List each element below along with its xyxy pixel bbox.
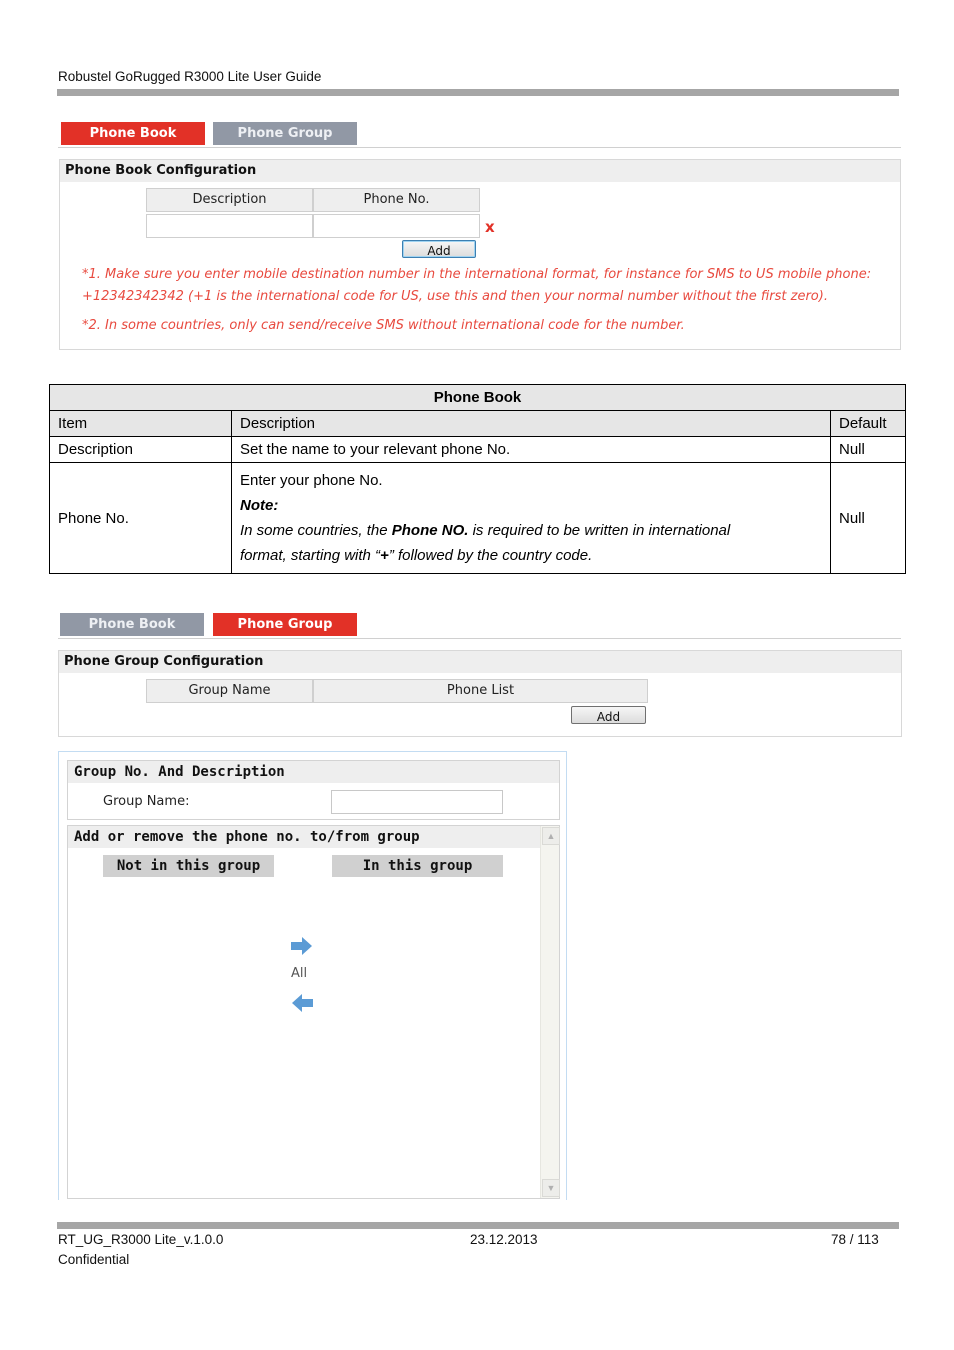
all-label: All [291, 966, 308, 981]
table-title: Phone Book [49, 384, 906, 411]
group-name-input[interactable] [331, 790, 503, 814]
remove-from-group-arrow-icon[interactable] [290, 993, 314, 1013]
tab-divider [58, 638, 901, 639]
column-header-phone-no: Phone No. [313, 188, 480, 212]
header-default: Default [830, 410, 906, 437]
description-line: Enter your phone No. [240, 472, 383, 489]
row-item: Description [49, 436, 232, 463]
delete-row-icon[interactable]: x [485, 218, 495, 236]
note-1-line-2: +12342342342 (+1 is the international co… [82, 289, 828, 304]
row-item: Phone No. [49, 462, 232, 574]
note-1-line-1: *1. Make sure you enter mobile destinati… [82, 267, 872, 282]
column-header-group-name: Group Name [146, 679, 313, 703]
group-description-section: Group No. And Description Group Name: [67, 760, 560, 820]
add-button[interactable]: Add [402, 240, 476, 258]
phone-no-input[interactable] [313, 214, 480, 238]
note-text: ” followed by the country code. [388, 547, 593, 564]
group-edit-dialog: Group No. And Description Group Name: Ad… [58, 751, 567, 1200]
note-line-1: In some countries, the Phone NO. is requ… [240, 518, 822, 543]
table-header-row: Item Description Default [49, 410, 906, 437]
row-description: Set the name to your relevant phone No. [231, 436, 831, 463]
footer-page-number: 78 / 113 [831, 1232, 879, 1247]
scroll-down-icon[interactable]: ▼ [542, 1179, 560, 1197]
phone-book-config-panel: Phone Book Configuration Description Pho… [59, 159, 901, 350]
header-description: Description [231, 410, 831, 437]
note-text: format, starting with “ [240, 547, 381, 564]
note-bold-text: Phone NO. [391, 522, 469, 539]
row-description: Enter your phone No. Note: In some count… [231, 462, 831, 574]
add-button[interactable]: Add [571, 706, 646, 724]
row-default: Null [830, 462, 906, 574]
scroll-up-icon[interactable]: ▲ [542, 827, 560, 845]
tab-divider [58, 147, 901, 148]
footer-date: 23.12.2013 [470, 1232, 538, 1247]
column-header-description: Description [146, 188, 313, 212]
group-name-label: Group Name: [103, 794, 190, 809]
footer-classification: Confidential [58, 1252, 130, 1267]
table-row: Phone No. Enter your phone No. Note: In … [49, 462, 906, 574]
table-row: Description Set the name to your relevan… [49, 436, 906, 463]
header-item: Item [49, 410, 232, 437]
note-label: Note: [240, 497, 279, 514]
vertical-scrollbar[interactable]: ▲ ▼ [540, 826, 560, 1198]
column-header-phone-list: Phone List [313, 679, 648, 703]
tab-phone-group[interactable]: Phone Group [213, 122, 357, 145]
panel-title: Phone Book Configuration [60, 160, 900, 182]
in-group-header: In this group [332, 855, 503, 877]
tab-phone-book[interactable]: Phone Book [60, 613, 204, 636]
header-divider [57, 89, 899, 96]
move-to-group-arrow-icon[interactable] [290, 936, 314, 956]
note-text: is required to be written in internation… [468, 522, 731, 539]
section-title: Add or remove the phone no. to/from grou… [68, 826, 541, 848]
row-default: Null [830, 436, 906, 463]
note-bold-text: + [380, 547, 389, 564]
note-text: In some countries, the [240, 522, 392, 539]
note-line-2: format, starting with “+” followed by th… [240, 543, 822, 568]
description-input[interactable] [146, 214, 313, 238]
phone-book-parameter-table: Phone Book Item Description Default Desc… [49, 384, 906, 574]
tab-phone-group[interactable]: Phone Group [213, 613, 357, 636]
footer-doc-id: RT_UG_R3000 Lite_v.1.0.0 [58, 1232, 224, 1247]
phone-group-config-panel: Phone Group Configuration Group Name Pho… [58, 650, 902, 737]
tab-phone-book[interactable]: Phone Book [61, 122, 205, 145]
document-header-title: Robustel GoRugged R3000 Lite User Guide [58, 69, 322, 84]
footer-divider [57, 1222, 899, 1229]
note-2: *2. In some countries, only can send/rec… [82, 318, 685, 333]
group-members-section: Add or remove the phone no. to/from grou… [67, 825, 560, 1199]
panel-title: Phone Group Configuration [59, 651, 901, 673]
not-in-group-header: Not in this group [103, 855, 274, 877]
section-title: Group No. And Description [68, 761, 559, 783]
